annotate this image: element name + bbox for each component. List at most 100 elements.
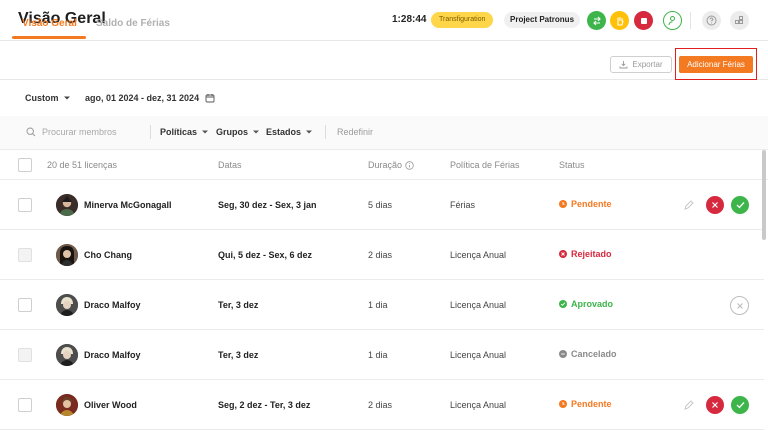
row-checkbox [18, 348, 32, 362]
leave-policy: Licença Anual [450, 350, 507, 360]
status-badge: Pendente [559, 399, 612, 409]
switch-task-button[interactable] [587, 11, 606, 30]
member-photo-icon [56, 344, 78, 366]
member-name: Minerva McGonagall [84, 200, 172, 210]
pending-icon [559, 400, 567, 408]
leave-dates: Seg, 2 dez - Ter, 3 dez [218, 400, 311, 410]
apps-icon [735, 16, 743, 24]
row-checkbox[interactable] [18, 298, 32, 312]
project-name-badge[interactable]: Project Patronus [504, 12, 581, 28]
select-all-checkbox[interactable] [18, 158, 32, 172]
member-photo-icon [56, 294, 78, 316]
column-duration[interactable]: Duração [368, 160, 414, 170]
column-status[interactable]: Status [559, 160, 585, 170]
help-button[interactable] [702, 11, 721, 30]
period-dropdown[interactable]: Custom [25, 93, 71, 103]
check-icon [736, 202, 744, 209]
break-button[interactable] [610, 11, 629, 30]
rejected-icon [559, 250, 567, 258]
timer-display: 1:28:44 [392, 14, 427, 25]
caret-down-icon [63, 96, 70, 100]
search-icon [26, 127, 36, 137]
download-icon [619, 61, 628, 69]
caret-down-icon [306, 130, 313, 134]
member-photo-icon [56, 244, 78, 266]
search-members-input[interactable] [42, 125, 146, 139]
table-row[interactable]: Minerva McGonagall Seg, 30 dez - Sex, 3 … [0, 180, 764, 230]
help-icon [706, 15, 717, 26]
hand-icon [616, 16, 624, 26]
table-scrollbar[interactable] [762, 150, 766, 240]
row-checkbox[interactable] [18, 198, 32, 212]
column-policy[interactable]: Política de Férias [450, 160, 520, 170]
add-vacation-button[interactable]: Adicionar Férias [679, 56, 753, 73]
user-icon [668, 16, 675, 26]
status-label: Aprovado [571, 299, 614, 309]
leave-policy: Licença Anual [450, 400, 507, 410]
groups-filter[interactable]: Grupos [216, 127, 260, 137]
table-row[interactable]: Draco Malfoy Ter, 3 dez 1 dia Licença An… [0, 330, 764, 380]
leave-dates: Ter, 3 dez [218, 300, 259, 310]
row-checkbox[interactable] [18, 398, 32, 412]
reject-button[interactable] [706, 396, 724, 414]
row-checkbox [18, 248, 32, 262]
avatar [56, 294, 78, 316]
status-label: Pendente [571, 399, 612, 409]
avatar [56, 244, 78, 266]
leave-duration: 1 dia [368, 350, 388, 360]
reject-button[interactable] [706, 196, 724, 214]
caret-down-icon [253, 130, 260, 134]
leave-dates: Qui, 5 dez - Sex, 6 dez [218, 250, 313, 260]
policies-filter[interactable]: Políticas [160, 127, 209, 137]
edit-button[interactable] [680, 396, 698, 414]
pending-icon [559, 200, 567, 208]
table-row[interactable]: Draco Malfoy Ter, 3 dez 1 dia Licença An… [0, 280, 764, 330]
leave-duration: 5 dias [368, 200, 393, 210]
states-filter[interactable]: Estados [266, 127, 313, 137]
reset-filters-link[interactable]: Redefinir [337, 127, 373, 137]
avatar [56, 394, 78, 416]
column-dates[interactable]: Datas [218, 160, 242, 170]
user-status-button[interactable] [663, 11, 682, 30]
leave-dates: Seg, 30 dez - Sex, 3 jan [218, 200, 317, 210]
leave-dates: Ter, 3 dez [218, 350, 259, 360]
period-label: Custom [25, 93, 59, 103]
export-button[interactable]: Exportar [610, 56, 672, 73]
info-icon[interactable] [405, 160, 414, 170]
table-row[interactable]: Oliver Wood Seg, 2 dez - Ter, 3 dez 2 di… [0, 380, 764, 430]
date-range-picker[interactable]: ago, 01 2024 - dez, 31 2024 [85, 93, 215, 103]
apps-button[interactable] [730, 11, 749, 30]
status-badge: Rejeitado [559, 249, 612, 259]
filter-divider [325, 125, 326, 139]
export-label: Exportar [632, 60, 663, 69]
date-range-label: ago, 01 2024 - dez, 31 2024 [85, 93, 200, 103]
close-icon [736, 302, 743, 309]
status-badge: Aprovado [559, 299, 613, 309]
leave-duration: 2 dias [368, 250, 393, 260]
tab-vacation-balance[interactable]: Saldo de Férias [96, 18, 170, 29]
header-divider [690, 12, 691, 29]
status-badge: Pendente [559, 199, 612, 209]
pencil-icon [684, 200, 694, 210]
policies-filter-label: Políticas [160, 127, 198, 137]
filter-divider [150, 125, 151, 139]
cancel-leave-button[interactable] [730, 296, 749, 315]
avatar [56, 344, 78, 366]
tab-overview[interactable]: Visão Geral [22, 18, 77, 29]
approved-icon [559, 300, 567, 308]
groups-filter-label: Grupos [216, 127, 249, 137]
close-icon [712, 202, 718, 208]
column-count: 20 de 51 licenças [47, 160, 118, 170]
avatar [56, 194, 78, 216]
approve-button[interactable] [731, 396, 749, 414]
approve-button[interactable] [731, 196, 749, 214]
active-tab-indicator [12, 36, 86, 39]
project-tag-badge[interactable]: Transfiguration [431, 12, 494, 28]
leave-duration: 2 dias [368, 400, 393, 410]
check-icon [736, 402, 744, 409]
edit-button[interactable] [680, 196, 698, 214]
table-row[interactable]: Cho Chang Qui, 5 dez - Sex, 6 dez 2 dias… [0, 230, 764, 280]
leave-policy: Licença Anual [450, 300, 507, 310]
stop-timer-button[interactable] [634, 11, 653, 30]
member-photo-icon [56, 394, 78, 416]
